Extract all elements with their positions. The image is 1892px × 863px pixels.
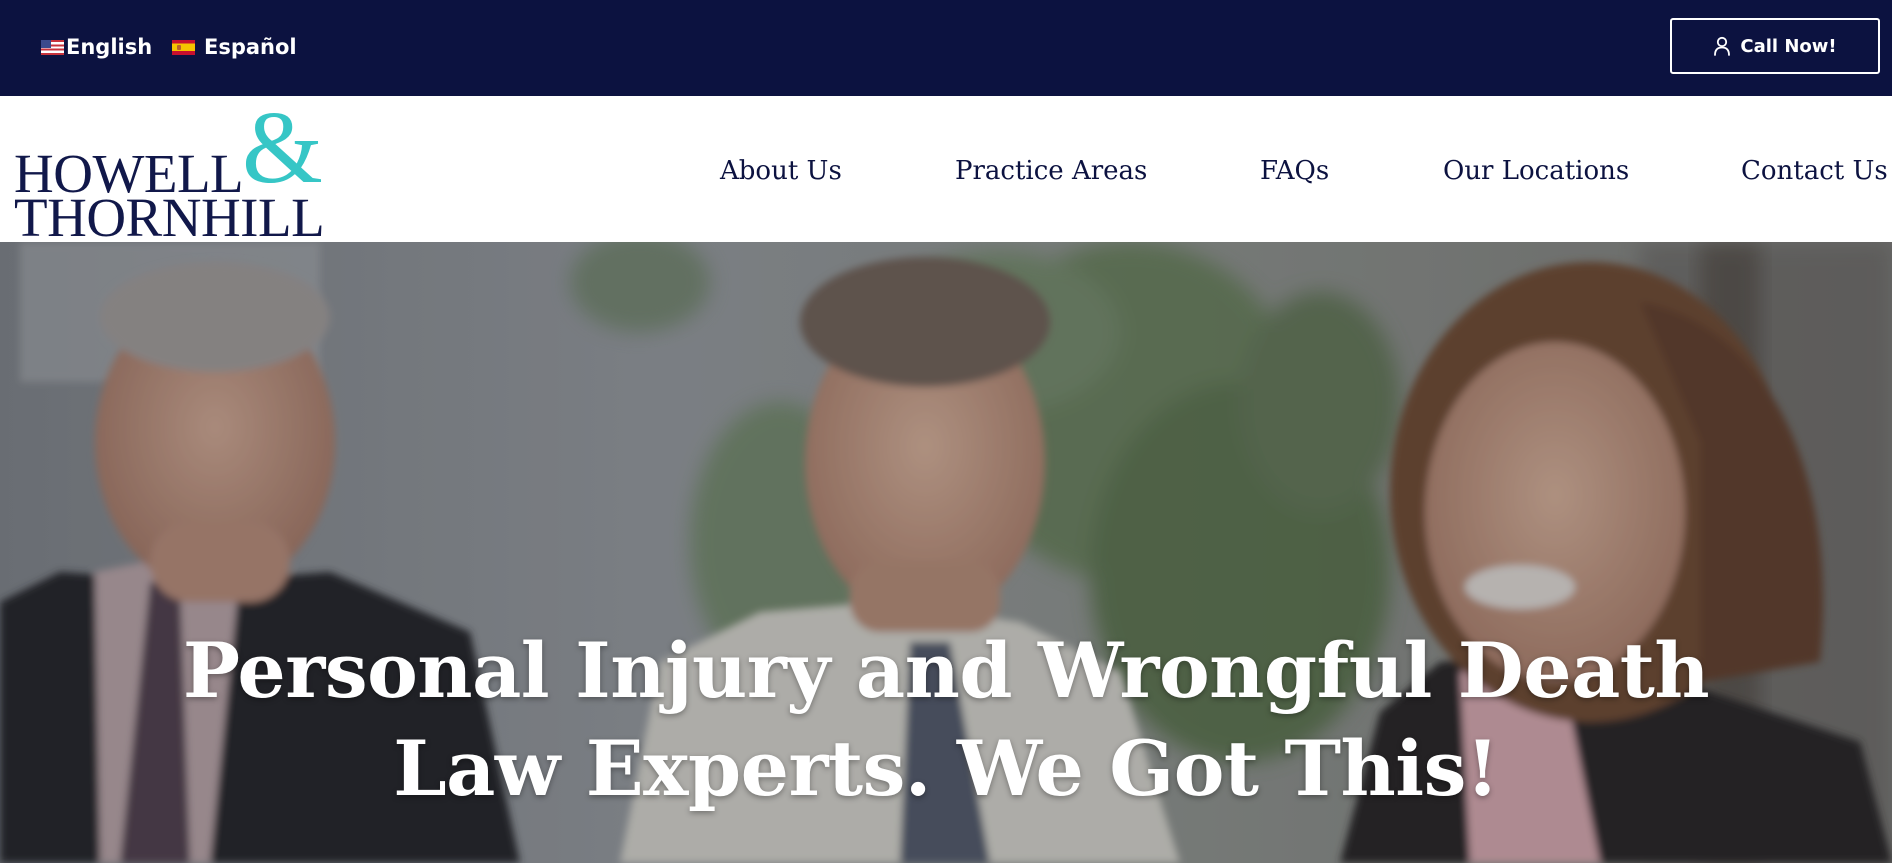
language-spanish-label: Español (204, 35, 297, 59)
language-english-link[interactable]: English (41, 33, 152, 61)
hero-heading-line2: Law Experts. We Got This! (393, 724, 1499, 813)
call-now-label: Call Now! (1740, 35, 1837, 57)
hero-heading-line1: Personal Injury and Wrongful Death (182, 626, 1710, 715)
hero-heading: Personal Injury and Wrongful Death Law E… (0, 622, 1892, 818)
language-english-label: English (66, 35, 153, 59)
user-icon (1713, 36, 1731, 56)
nav-practice-areas[interactable]: Practice Areas (955, 156, 1147, 186)
logo-text-thornhill: THORNHILL (14, 187, 325, 248)
language-spanish-link[interactable]: Español (172, 33, 297, 61)
call-now-button[interactable]: Call Now! (1670, 18, 1880, 74)
nav-about-us[interactable]: About Us (720, 156, 842, 186)
howell-thornhill-logo[interactable]: HOWELL & THORNHILL (14, 96, 334, 246)
top-bar: English Español Call Now! (0, 0, 1892, 96)
spain-flag-icon (172, 39, 195, 55)
nav-our-locations[interactable]: Our Locations (1443, 156, 1629, 186)
nav-contact-us[interactable]: Contact Us (1741, 156, 1888, 186)
logo-ampersand: & (242, 90, 323, 205)
nav-faqs[interactable]: FAQs (1260, 156, 1329, 186)
site-header: HOWELL & THORNHILL About Us Practice Are… (0, 96, 1892, 246)
us-flag-icon (41, 39, 64, 55)
hero-section: Personal Injury and Wrongful Death Law E… (0, 242, 1892, 863)
